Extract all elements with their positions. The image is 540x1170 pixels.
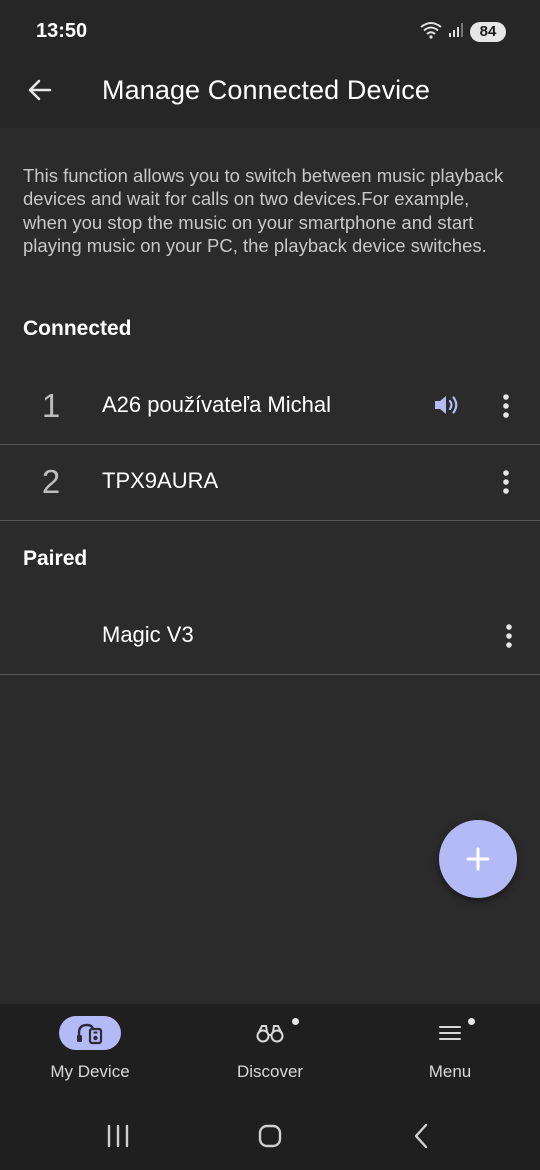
- battery-badge: 84: [470, 22, 506, 42]
- arrow-left-icon: [28, 79, 52, 101]
- description-text: This function allows you to switch betwe…: [23, 165, 504, 256]
- device-name: A26 používateľa Michal: [102, 392, 331, 417]
- nav-icon-container: [419, 1016, 481, 1050]
- nav-item-my-device[interactable]: My Device: [0, 1016, 180, 1096]
- app-bar: Manage Connected Device: [0, 62, 540, 129]
- nav-item-menu[interactable]: Menu: [360, 1016, 540, 1096]
- paired-device-row[interactable]: Magic V3: [0, 599, 540, 675]
- more-options-icon[interactable]: [494, 467, 518, 497]
- status-bar: 13:50 84: [0, 0, 540, 62]
- recents-icon: [107, 1124, 129, 1148]
- system-nav-bar: [0, 1102, 540, 1170]
- add-device-button[interactable]: [439, 820, 517, 898]
- binoculars-icon: [256, 1025, 284, 1043]
- status-time: 13:50: [36, 20, 88, 42]
- paired-section-header: Paired: [23, 547, 88, 570]
- system-back-button[interactable]: [401, 1120, 441, 1152]
- back-button[interactable]: [22, 72, 58, 108]
- device-row[interactable]: 2 TPX9AURA: [0, 445, 540, 521]
- page-title: Manage Connected Device: [102, 75, 431, 105]
- nav-item-discover[interactable]: Discover: [180, 1016, 360, 1096]
- device-name: TPX9AURA: [102, 468, 219, 493]
- back-icon: [414, 1123, 428, 1149]
- device-row[interactable]: 1 A26 používateľa Michal: [0, 369, 540, 445]
- device-name: Magic V3: [102, 622, 194, 647]
- connected-section-header: Connected: [23, 317, 132, 340]
- bottom-nav: My Device Discover Menu: [0, 1004, 540, 1102]
- recents-button[interactable]: [98, 1120, 138, 1152]
- more-options-icon[interactable]: [497, 621, 521, 651]
- headphones-device-icon: [77, 1023, 103, 1045]
- nav-icon-container: [59, 1016, 121, 1050]
- nav-label: Menu: [428, 1062, 472, 1081]
- nav-icon-container: [239, 1016, 301, 1050]
- signal-icon: [448, 22, 464, 43]
- home-icon: [258, 1124, 282, 1148]
- device-index: 2: [41, 463, 61, 500]
- nav-label: Discover: [236, 1062, 304, 1081]
- notification-dot: [292, 1018, 299, 1025]
- volume-icon: [432, 392, 462, 418]
- plus-icon: [466, 847, 490, 871]
- menu-icon: [439, 1026, 461, 1040]
- notification-dot: [468, 1018, 475, 1025]
- device-index: 1: [41, 387, 61, 424]
- more-options-icon[interactable]: [494, 391, 518, 421]
- status-icons: 84: [420, 20, 506, 44]
- wifi-icon: [420, 21, 442, 44]
- nav-label: My Device: [50, 1062, 130, 1081]
- home-button[interactable]: [250, 1120, 290, 1152]
